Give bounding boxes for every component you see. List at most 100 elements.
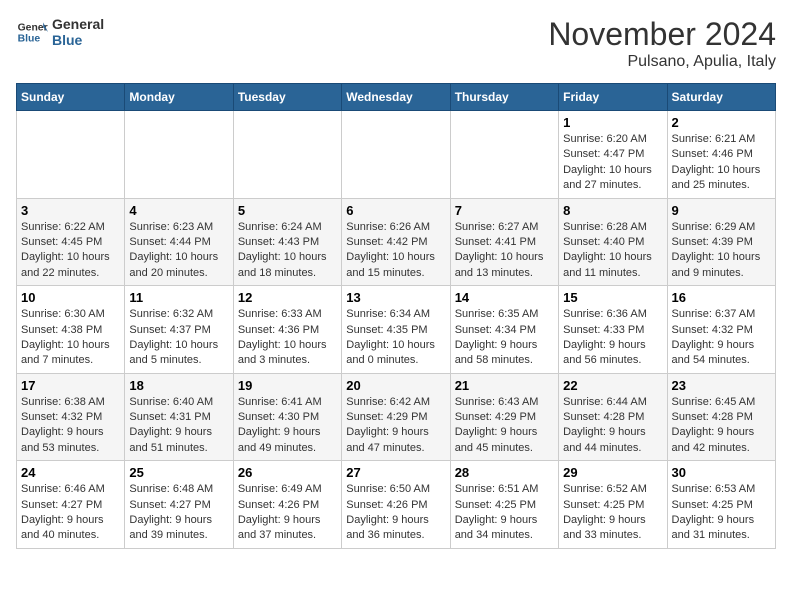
weekday-header-sunday: Sunday [17, 84, 125, 111]
day-info: Sunrise: 6:29 AMSunset: 4:39 PMDaylight:… [672, 220, 771, 282]
empty-cell [233, 111, 341, 199]
day-cell-17: 17Sunrise: 6:38 AMSunset: 4:32 PMDayligh… [17, 373, 125, 461]
day-info: Sunrise: 6:37 AMSunset: 4:32 PMDaylight:… [672, 307, 771, 369]
logo-blue-text: Blue [52, 32, 104, 48]
day-cell-14: 14 Sunrise: 6:35 AMSunset: 4:34 PMDayligh… [450, 286, 558, 374]
day-number: 8 [563, 203, 662, 218]
day-number: 7 [455, 203, 554, 218]
day-info: Sunrise: 6:24 AMSunset: 4:43 PMDaylight:… [238, 220, 337, 282]
day-cell-25: 25 Sunrise: 6:48 AMSunset: 4:27 PMDayligh… [125, 461, 233, 549]
day-info: Sunrise: 6:44 AMSunset: 4:28 PMDaylight:… [563, 395, 662, 457]
day-number: 16 [672, 290, 771, 305]
day-info: Sunrise: 6:34 AMSunset: 4:35 PMDaylight:… [346, 307, 445, 369]
calendar-table: SundayMondayTuesdayWednesdayThursdayFrid… [16, 83, 776, 549]
day-info: Sunrise: 6:23 AMSunset: 4:44 PMDaylight:… [129, 220, 228, 282]
day-info: Sunrise: 6:41 AMSunset: 4:30 PMDaylight:… [238, 395, 337, 457]
day-number: 21 [455, 378, 554, 393]
day-cell-18: 18Sunrise: 6:40 AMSunset: 4:31 PMDayligh… [125, 373, 233, 461]
day-number: 26 [238, 465, 337, 480]
week-row-4: 17Sunrise: 6:38 AMSunset: 4:32 PMDayligh… [17, 373, 776, 461]
day-info: Sunrise: 6:51 AMSunset: 4:25 PMDaylight:… [455, 482, 554, 544]
day-number: 6 [346, 203, 445, 218]
day-info: Sunrise: 6:52 AMSunset: 4:25 PMDaylight:… [563, 482, 662, 544]
day-info: Sunrise: 6:33 AMSunset: 4:36 PMDaylight:… [238, 307, 337, 369]
day-info: Sunrise: 6:22 AMSunset: 4:45 PMDaylight:… [21, 220, 120, 282]
week-row-5: 24 Sunrise: 6:46 AMSunset: 4:27 PMDayligh… [17, 461, 776, 549]
day-info: Sunrise: 6:53 AMSunset: 4:25 PMDaylight:… [672, 482, 771, 544]
weekday-header-wednesday: Wednesday [342, 84, 450, 111]
day-number: 25 [129, 465, 228, 480]
logo-general-text: General [52, 16, 104, 32]
day-number: 3 [21, 203, 120, 218]
location: Pulsano, Apulia, Italy [548, 53, 776, 71]
day-number: 20 [346, 378, 445, 393]
empty-cell [450, 111, 558, 199]
day-cell-3: 3 Sunrise: 6:22 AMSunset: 4:45 PMDaylight… [17, 198, 125, 286]
day-cell-13: 13 Sunrise: 6:34 AMSunset: 4:35 PMDayligh… [342, 286, 450, 374]
day-number: 9 [672, 203, 771, 218]
day-cell-16: 16 Sunrise: 6:37 AMSunset: 4:32 PMDayligh… [667, 286, 775, 374]
empty-cell [342, 111, 450, 199]
weekday-header-saturday: Saturday [667, 84, 775, 111]
day-cell-5: 5 Sunrise: 6:24 AMSunset: 4:43 PMDaylight… [233, 198, 341, 286]
logo: General Blue General Blue [16, 16, 104, 48]
day-cell-20: 20Sunrise: 6:42 AMSunset: 4:29 PMDayligh… [342, 373, 450, 461]
day-cell-9: 9 Sunrise: 6:29 AMSunset: 4:39 PMDaylight… [667, 198, 775, 286]
weekday-header-friday: Friday [559, 84, 667, 111]
day-info: Sunrise: 6:26 AMSunset: 4:42 PMDaylight:… [346, 220, 445, 282]
day-info: Sunrise: 6:32 AMSunset: 4:37 PMDaylight:… [129, 307, 228, 369]
day-number: 5 [238, 203, 337, 218]
day-cell-19: 19 Sunrise: 6:41 AMSunset: 4:30 PMDayligh… [233, 373, 341, 461]
day-info: Sunrise: 6:27 AMSunset: 4:41 PMDaylight:… [455, 220, 554, 282]
day-number: 23 [672, 378, 771, 393]
day-cell-23: 23 Sunrise: 6:45 AMSunset: 4:28 PMDayligh… [667, 373, 775, 461]
day-info: Sunrise: 6:40 AMSunset: 4:31 PMDaylight:… [129, 395, 228, 457]
week-row-1: 1 Sunrise: 6:20 AMSunset: 4:47 PMDaylight… [17, 111, 776, 199]
svg-text:Blue: Blue [18, 34, 41, 45]
day-info: Sunrise: 6:28 AMSunset: 4:40 PMDaylight:… [563, 220, 662, 282]
day-info: Sunrise: 6:21 AMSunset: 4:46 PMDaylight:… [672, 132, 771, 194]
day-number: 27 [346, 465, 445, 480]
day-info: Sunrise: 6:20 AMSunset: 4:47 PMDaylight:… [563, 132, 662, 194]
weekday-header-monday: Monday [125, 84, 233, 111]
day-number: 14 [455, 290, 554, 305]
day-number: 19 [238, 378, 337, 393]
day-info: Sunrise: 6:48 AMSunset: 4:27 PMDaylight:… [129, 482, 228, 544]
day-cell-22: 22 Sunrise: 6:44 AMSunset: 4:28 PMDayligh… [559, 373, 667, 461]
day-number: 12 [238, 290, 337, 305]
day-number: 1 [563, 115, 662, 130]
day-cell-2: 2 Sunrise: 6:21 AMSunset: 4:46 PMDaylight… [667, 111, 775, 199]
day-info: Sunrise: 6:45 AMSunset: 4:28 PMDaylight:… [672, 395, 771, 457]
day-cell-26: 26 Sunrise: 6:49 AMSunset: 4:26 PMDayligh… [233, 461, 341, 549]
day-cell-24: 24 Sunrise: 6:46 AMSunset: 4:27 PMDayligh… [17, 461, 125, 549]
day-number: 17 [21, 378, 120, 393]
day-cell-10: 10Sunrise: 6:30 AMSunset: 4:38 PMDayligh… [17, 286, 125, 374]
day-number: 29 [563, 465, 662, 480]
day-cell-8: 8 Sunrise: 6:28 AMSunset: 4:40 PMDaylight… [559, 198, 667, 286]
day-info: Sunrise: 6:49 AMSunset: 4:26 PMDaylight:… [238, 482, 337, 544]
day-info: Sunrise: 6:43 AMSunset: 4:29 PMDaylight:… [455, 395, 554, 457]
week-row-2: 3 Sunrise: 6:22 AMSunset: 4:45 PMDaylight… [17, 198, 776, 286]
day-number: 22 [563, 378, 662, 393]
day-number: 2 [672, 115, 771, 130]
month-title: November 2024 [548, 16, 776, 53]
day-info: Sunrise: 6:36 AMSunset: 4:33 PMDaylight:… [563, 307, 662, 369]
day-info: Sunrise: 6:35 AMSunset: 4:34 PMDaylight:… [455, 307, 554, 369]
day-number: 15 [563, 290, 662, 305]
day-cell-15: 15 Sunrise: 6:36 AMSunset: 4:33 PMDayligh… [559, 286, 667, 374]
title-block: November 2024 Pulsano, Apulia, Italy [548, 16, 776, 71]
day-number: 13 [346, 290, 445, 305]
day-number: 30 [672, 465, 771, 480]
day-info: Sunrise: 6:50 AMSunset: 4:26 PMDaylight:… [346, 482, 445, 544]
day-cell-28: 28Sunrise: 6:51 AMSunset: 4:25 PMDayligh… [450, 461, 558, 549]
day-cell-29: 29 Sunrise: 6:52 AMSunset: 4:25 PMDayligh… [559, 461, 667, 549]
day-number: 24 [21, 465, 120, 480]
day-number: 10 [21, 290, 120, 305]
weekday-header-row: SundayMondayTuesdayWednesdayThursdayFrid… [17, 84, 776, 111]
day-info: Sunrise: 6:46 AMSunset: 4:27 PMDaylight:… [21, 482, 120, 544]
day-cell-1: 1 Sunrise: 6:20 AMSunset: 4:47 PMDaylight… [559, 111, 667, 199]
day-cell-4: 4Sunrise: 6:23 AMSunset: 4:44 PMDaylight… [125, 198, 233, 286]
empty-cell [125, 111, 233, 199]
week-row-3: 10Sunrise: 6:30 AMSunset: 4:38 PMDayligh… [17, 286, 776, 374]
day-cell-11: 11Sunrise: 6:32 AMSunset: 4:37 PMDayligh… [125, 286, 233, 374]
